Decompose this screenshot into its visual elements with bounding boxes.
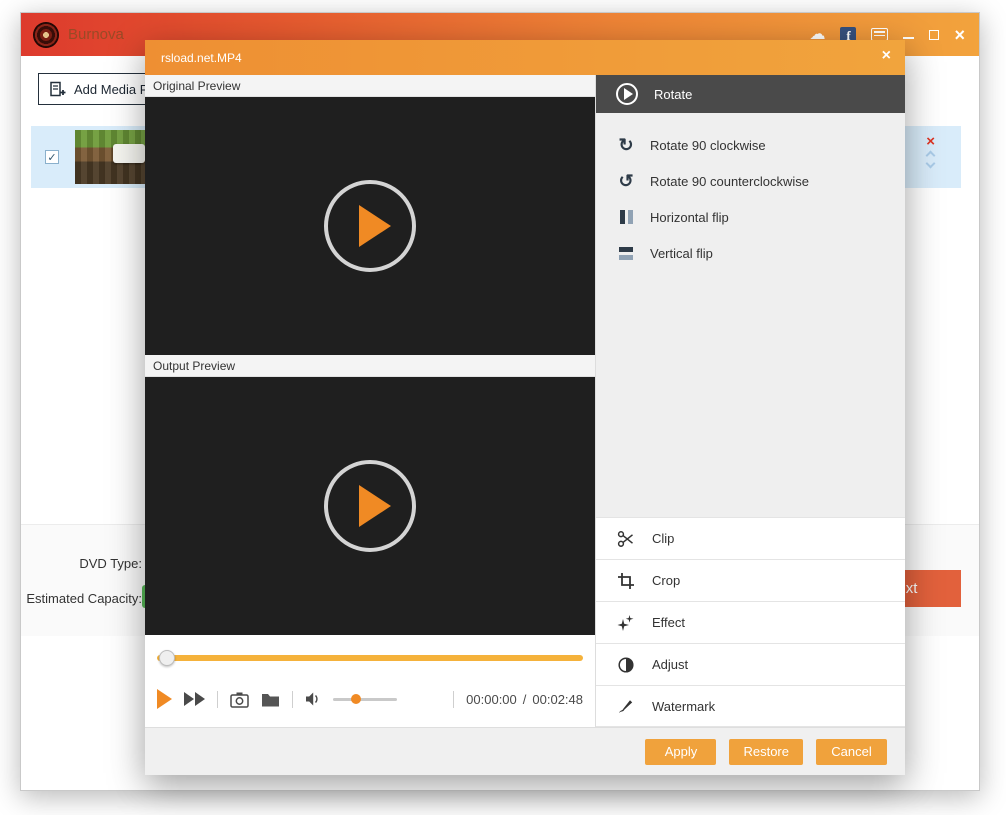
tool-label: Watermark [652, 698, 716, 714]
divider [453, 690, 455, 708]
player-controls: 00:00:00 / 00:02:48 [145, 635, 595, 727]
dialog-footer: Apply Restore Cancel [145, 727, 905, 775]
output-preview-video[interactable] [145, 377, 595, 635]
rotate-options-list: ↻ Rotate 90 clockwise ↺ Rotate 90 counte… [596, 113, 905, 271]
add-file-icon [50, 81, 66, 96]
estimated-capacity-label: Estimated Capacity: [26, 591, 142, 606]
rotate-cw-icon: ↻ [618, 135, 634, 155]
tool-label: Adjust [652, 657, 689, 672]
panel-spacer [596, 271, 905, 517]
apply-button[interactable]: Apply [645, 738, 717, 765]
tool-label: Effect [652, 615, 686, 630]
original-preview-label: Original Preview [145, 75, 595, 97]
rotate-item-label: Rotate 90 clockwise [650, 137, 766, 153]
vertical-flip-item[interactable]: Vertical flip [596, 235, 905, 271]
horizontal-flip-item[interactable]: Horizontal flip [596, 199, 905, 235]
dvd-type-label: DVD Type: [79, 556, 142, 571]
watermark-icon [616, 697, 636, 715]
crop-icon [616, 572, 636, 590]
media-checkbox[interactable]: ✓ [45, 150, 59, 164]
cancel-button[interactable]: Cancel [816, 738, 887, 765]
rotate-90-counterclockwise-item[interactable]: ↺ Rotate 90 counterclockwise [596, 163, 905, 199]
play-overlay-icon[interactable] [324, 180, 416, 272]
seek-handle[interactable] [159, 650, 175, 666]
adjust-icon [616, 656, 636, 674]
fast-forward-button[interactable] [184, 692, 205, 706]
horizontal-flip-icon [616, 210, 636, 224]
effect-icon [616, 614, 636, 632]
rotate-item-label: Rotate 90 counterclockwise [650, 173, 809, 189]
clip-icon [616, 530, 636, 548]
time-current: 00:00:00 [466, 691, 517, 707]
volume-slider[interactable] [333, 693, 397, 704]
edit-dialog: rsload.net.MP4 × Original Preview Output… [145, 40, 905, 775]
rotate-section-header[interactable]: Rotate [596, 75, 905, 113]
tab-watermark[interactable]: Watermark [596, 685, 905, 727]
play-button[interactable] [157, 689, 172, 709]
tab-clip[interactable]: Clip [596, 517, 905, 559]
seek-bar[interactable] [157, 650, 583, 666]
folder-icon[interactable] [261, 692, 280, 707]
tools-panel: Rotate ↻ Rotate 90 clockwise ↺ Rotate 90… [595, 75, 905, 727]
preview-pane: Original Preview Output Preview 00:00:00… [145, 75, 595, 727]
remove-media-icon[interactable]: × [926, 134, 935, 149]
tool-label: Clip [652, 531, 675, 546]
rotate-item-label: Vertical flip [650, 245, 713, 261]
time-separator: / [522, 691, 527, 707]
original-preview-video[interactable] [145, 97, 595, 355]
restore-button[interactable]: Restore [729, 738, 803, 765]
output-preview-label: Output Preview [145, 355, 595, 377]
rotate-header-label: Rotate [654, 86, 693, 102]
tab-adjust[interactable]: Adjust [596, 643, 905, 685]
tab-crop[interactable]: Crop [596, 559, 905, 601]
move-down-icon[interactable] [925, 158, 936, 169]
rotate-90-clockwise-item[interactable]: ↻ Rotate 90 clockwise [596, 127, 905, 163]
tab-effect[interactable]: Effect [596, 601, 905, 643]
app-logo-icon [33, 21, 59, 48]
maximize-icon[interactable] [929, 29, 940, 40]
divider [217, 690, 218, 708]
volume-handle[interactable] [351, 693, 361, 704]
dialog-title: rsload.net.MP4 [161, 50, 242, 65]
vertical-flip-icon [616, 246, 636, 260]
volume-icon[interactable] [305, 691, 321, 707]
time-display: 00:00:00 / 00:02:48 [466, 692, 583, 707]
close-icon[interactable]: × [954, 26, 965, 44]
snapshot-icon[interactable] [230, 691, 249, 708]
media-row-actions: × [925, 134, 936, 169]
divider [292, 690, 293, 708]
time-total: 00:02:48 [532, 691, 583, 707]
play-overlay-icon[interactable] [324, 460, 416, 552]
app-title: Burnova [68, 26, 124, 43]
rotate-item-label: Horizontal flip [650, 209, 729, 225]
thumbnail-speech-bubble [113, 144, 145, 163]
tool-label: Crop [652, 573, 681, 588]
rotate-ccw-icon: ↺ [618, 171, 634, 191]
dialog-close-icon[interactable]: × [882, 48, 891, 64]
dialog-titlebar: rsload.net.MP4 × [145, 40, 905, 75]
minimize-icon[interactable] [903, 36, 915, 39]
rotate-icon [616, 83, 638, 105]
